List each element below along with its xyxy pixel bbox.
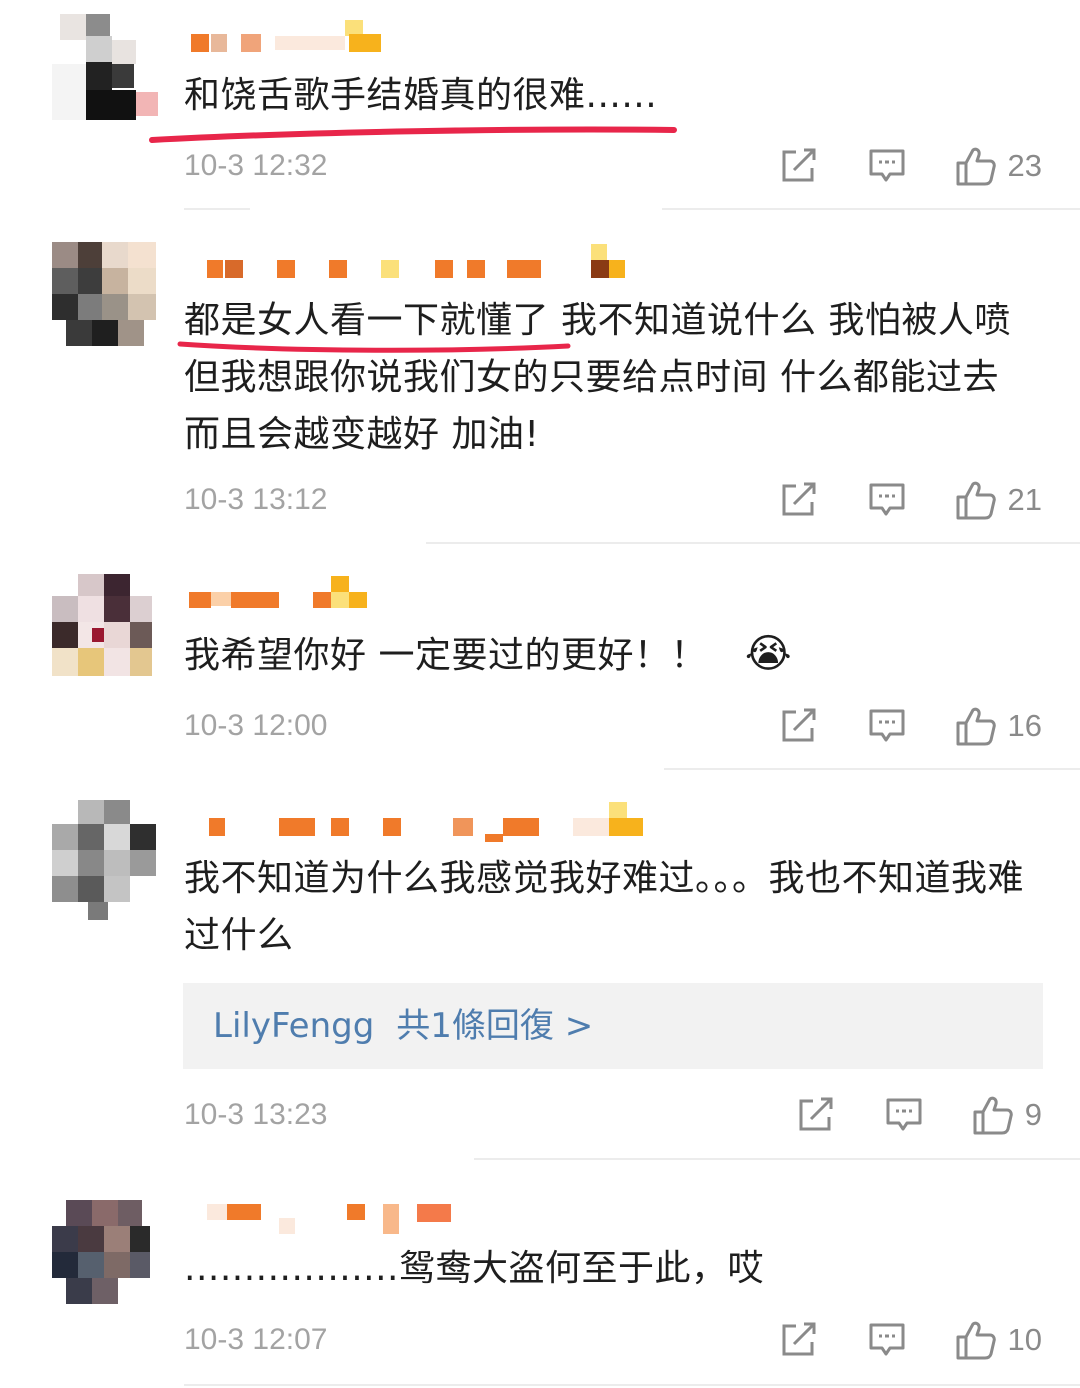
comment-icon [886, 1098, 922, 1131]
comment-meta: 10-3 12:00 16 [184, 706, 1042, 746]
share-button[interactable] [780, 482, 818, 518]
comment-icon [869, 709, 905, 742]
reply-username[interactable]: LilyFengg [213, 1006, 374, 1046]
username-redacted[interactable] [185, 1204, 465, 1234]
avatar[interactable] [52, 574, 156, 678]
avatar[interactable] [52, 1200, 156, 1304]
comment-item: 我不知道为什么我感觉我好难过。。。我也不知道我难过什么 LilyFengg 共1條… [0, 770, 1080, 1161]
comment-icon [869, 483, 905, 516]
action-bar: 10 [780, 1320, 1042, 1360]
like-count: 16 [1007, 708, 1042, 743]
share-icon [799, 1097, 833, 1131]
avatar[interactable] [52, 14, 158, 120]
comment-meta: 10-3 12:07 10 [184, 1320, 1042, 1360]
avatar[interactable] [52, 242, 156, 346]
timestamp: 10-3 13:23 [184, 1098, 328, 1131]
share-button[interactable] [797, 1097, 835, 1133]
divider [184, 1384, 1080, 1386]
like-button[interactable]: 21 [956, 480, 1042, 520]
share-button[interactable] [780, 148, 818, 184]
username-redacted[interactable] [185, 576, 385, 616]
share-button[interactable] [780, 1322, 818, 1358]
timestamp: 10-3 12:00 [184, 709, 328, 742]
like-icon [956, 707, 996, 746]
comment-text: 和饶舌歌手结婚真的很难...... [184, 75, 658, 116]
comment-icon [869, 149, 905, 182]
like-button[interactable]: 16 [956, 706, 1042, 746]
like-icon [956, 481, 996, 520]
action-bar: 21 [780, 480, 1042, 520]
reply-count-link[interactable]: 共1條回復 > [396, 1006, 593, 1046]
comment-text-body: 我希望你好 一定要过的更好！！ [184, 635, 707, 676]
share-icon [782, 482, 816, 516]
like-count: 23 [1007, 148, 1042, 183]
comment-text: ..................鸳鸯大盗何至于此，哎 [184, 1248, 764, 1289]
comment-button[interactable] [885, 1097, 923, 1133]
like-count: 9 [1024, 1097, 1042, 1132]
comment-text: 我不知道为什么我感觉我好难过。。。我也不知道我难过什么 [184, 858, 1025, 956]
share-icon [782, 708, 816, 742]
username-redacted[interactable] [185, 20, 385, 60]
like-button[interactable]: 10 [956, 1320, 1042, 1360]
timestamp: 10-3 12:07 [184, 1323, 328, 1356]
comment-text: 我希望你好 一定要过的更好！！ 😭 [184, 626, 1044, 684]
action-bar: 23 [780, 146, 1042, 186]
share-button[interactable] [780, 708, 818, 744]
comment-button[interactable] [868, 1322, 906, 1358]
action-bar: 9 [797, 1095, 1042, 1135]
comment-item: 都是女人看一下就懂了 我不知道说什么 我怕被人喷 但我想跟你说我们女的只要给点时… [0, 212, 1080, 546]
comment-item: 和饶舌歌手结婚真的很难...... 10-3 12:32 23 [0, 0, 1080, 212]
reply-preview[interactable]: LilyFengg 共1條回復 > [183, 983, 1043, 1069]
like-icon [956, 147, 996, 186]
comment-button[interactable] [868, 708, 906, 744]
annotation-underline [177, 341, 571, 353]
username-redacted[interactable] [185, 244, 645, 286]
comment-button[interactable] [868, 482, 906, 518]
like-icon [973, 1096, 1013, 1135]
share-icon [782, 1322, 816, 1356]
annotation-underline [149, 126, 677, 143]
like-icon [956, 1321, 996, 1360]
like-count: 21 [1007, 482, 1042, 517]
crying-emoji: 😭 [744, 631, 793, 677]
like-button[interactable]: 9 [973, 1095, 1042, 1135]
action-bar: 16 [780, 706, 1042, 746]
comment-meta: 10-3 13:23 9 [184, 1095, 1042, 1135]
username-redacted[interactable] [185, 802, 655, 844]
timestamp: 10-3 13:12 [184, 483, 328, 516]
avatar[interactable] [52, 800, 156, 920]
comment-meta: 10-3 12:32 23 [184, 146, 1042, 186]
comment-text: 都是女人看一下就懂了 我不知道说什么 我怕被人喷 但我想跟你说我们女的只要给点时… [184, 300, 1011, 455]
share-icon [782, 148, 816, 182]
timestamp: 10-3 12:32 [184, 149, 328, 182]
comment-button[interactable] [868, 148, 906, 184]
comment-icon [869, 1323, 905, 1356]
comment-meta: 10-3 13:12 21 [184, 480, 1042, 520]
like-button[interactable]: 23 [956, 146, 1042, 186]
comment-item: 我希望你好 一定要过的更好！！ 😭 10-3 12:00 16 [0, 546, 1080, 771]
like-count: 10 [1007, 1322, 1042, 1357]
comment-item: ..................鸳鸯大盗何至于此，哎 10-3 12:07 [0, 1160, 1080, 1388]
